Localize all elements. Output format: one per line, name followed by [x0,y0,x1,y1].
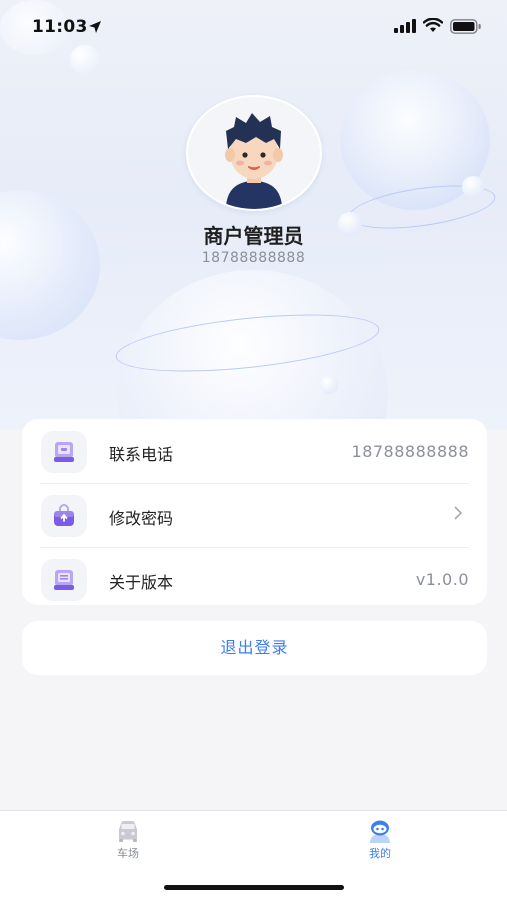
decor-bubble [462,176,484,198]
lock-bag-icon [41,495,87,537]
divider [40,483,469,484]
settings-menu: 联系电话 18788888888 修改密码 关于版本 v1.0.0 [22,419,487,605]
tab-label: 我的 [369,847,391,860]
menu-item-change-password[interactable]: 修改密码 [22,485,487,547]
tab-label: 车场 [117,847,139,860]
status-bar: 11:03 [0,0,507,52]
logout-label: 退出登录 [220,638,289,657]
home-indicator[interactable] [164,885,344,890]
phone-device-icon [41,431,87,473]
tab-mine[interactable]: 我的 [340,819,420,869]
menu-item-label: 修改密码 [109,509,174,528]
profile-name: 商户管理员 [203,224,304,248]
wifi-icon [423,18,443,32]
version-device-icon [41,559,87,601]
location-arrow-icon [89,21,101,33]
decor-bubble [320,376,338,394]
menu-item-contact-phone[interactable]: 联系电话 18788888888 [22,421,487,483]
cartoon-person-icon [225,113,283,209]
hero-background [0,0,507,430]
tab-parking[interactable]: 车场 [88,819,168,869]
car-icon [119,821,137,842]
status-time: 11:03 [32,17,88,37]
cellular-signal-icon [394,19,416,33]
logout-button[interactable]: 退出登录 [22,621,487,675]
robot-user-icon [370,820,390,843]
menu-item-label: 联系电话 [109,445,174,464]
menu-item-value: 18788888888 [351,442,469,461]
menu-item-about-version[interactable]: 关于版本 v1.0.0 [22,549,487,611]
divider [40,547,469,548]
menu-item-label: 关于版本 [109,573,174,592]
menu-item-value: v1.0.0 [415,570,469,589]
profile-phone: 18788888888 [201,250,306,266]
chevron-right-icon [454,506,463,520]
battery-icon [450,19,481,34]
user-avatar[interactable] [186,95,322,211]
